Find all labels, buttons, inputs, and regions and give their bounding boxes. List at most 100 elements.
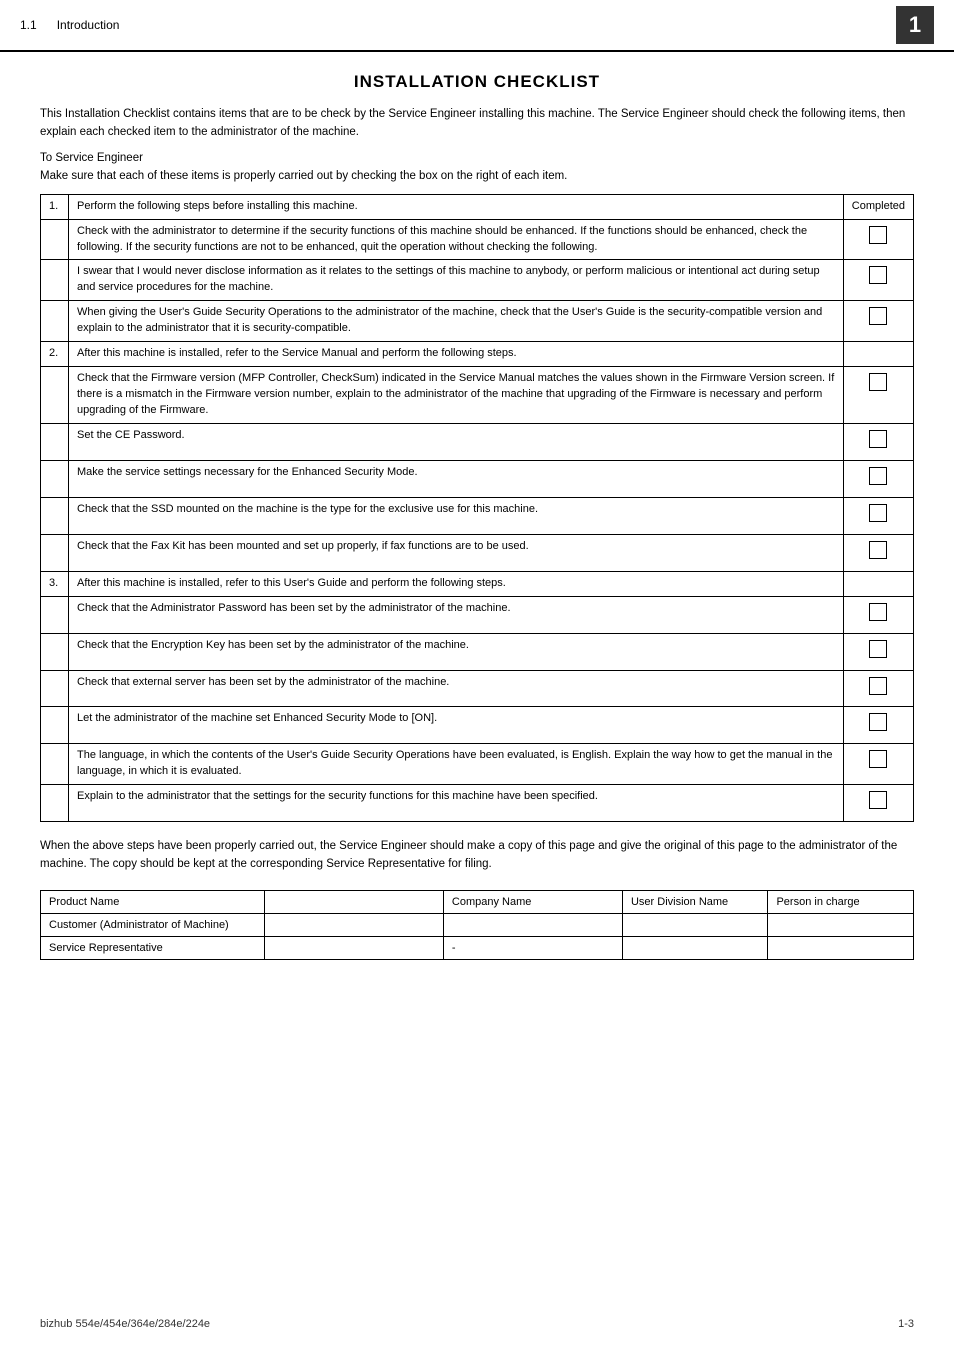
to-engineer: To Service Engineer	[40, 152, 914, 164]
check-cell	[843, 534, 913, 571]
col2-header: Company Name	[443, 890, 622, 913]
step-desc: When giving the User's Guide Security Op…	[69, 301, 844, 342]
checkbox	[869, 467, 887, 485]
table-row: Check that the SSD mounted on the machin…	[41, 497, 914, 534]
step-empty	[41, 260, 69, 301]
check-cell	[843, 596, 913, 633]
col1-header: Product Name	[41, 890, 265, 913]
step-desc: Check with the administrator to determin…	[69, 219, 844, 260]
checkbox	[869, 373, 887, 391]
table-row: Explain to the administrator that the se…	[41, 785, 914, 822]
col1-value	[264, 890, 443, 913]
step-desc: I swear that I would never disclose info…	[69, 260, 844, 301]
table-row: Check that the Administrator Password ha…	[41, 596, 914, 633]
step-empty	[41, 596, 69, 633]
check-cell	[843, 497, 913, 534]
step-desc: After this machine is installed, refer t…	[69, 571, 844, 596]
checkbox	[869, 504, 887, 522]
completed-header: Completed	[843, 194, 913, 219]
row2-col3-value	[622, 936, 768, 959]
table-row: Check that external server has been set …	[41, 670, 914, 707]
step-empty	[41, 670, 69, 707]
step-desc: Check that the Administrator Password ha…	[69, 596, 844, 633]
checklist-table: 1. Perform the following steps before in…	[40, 194, 914, 823]
row1-label: Customer (Administrator of Machine)	[41, 913, 265, 936]
checkbox	[869, 307, 887, 325]
step-empty	[41, 219, 69, 260]
checkbox	[869, 640, 887, 658]
step-desc: Check that the Firmware version (MFP Con…	[69, 367, 844, 424]
row2-col2-value: -	[443, 936, 622, 959]
step-num: 1.	[41, 194, 69, 219]
make-sure: Make sure that each of these items is pr…	[40, 170, 914, 182]
check-cell	[843, 219, 913, 260]
page-footer: bizhub 554e/454e/364e/284e/224e 1-3	[40, 1318, 914, 1330]
step-empty	[41, 785, 69, 822]
check-cell	[843, 260, 913, 301]
step-empty	[41, 744, 69, 785]
info-table-row: Service Representative -	[41, 936, 914, 959]
section-title: Introduction	[57, 18, 120, 32]
table-row: 1. Perform the following steps before in…	[41, 194, 914, 219]
row2-label: Service Representative	[41, 936, 265, 959]
table-row: Check that the Fax Kit has been mounted …	[41, 534, 914, 571]
step-desc: Check that the Encryption Key has been s…	[69, 633, 844, 670]
check-cell	[843, 785, 913, 822]
check-cell	[843, 744, 913, 785]
step-empty	[41, 497, 69, 534]
col4-header: Person in charge	[768, 890, 914, 913]
table-row: Check that the Firmware version (MFP Con…	[41, 367, 914, 424]
step-empty	[41, 534, 69, 571]
info-table-row: Customer (Administrator of Machine)	[41, 913, 914, 936]
row1-col4-value	[768, 913, 914, 936]
step-desc: Set the CE Password.	[69, 423, 844, 460]
table-row: When giving the User's Guide Security Op…	[41, 301, 914, 342]
step-empty	[41, 301, 69, 342]
step-empty	[41, 423, 69, 460]
row1-col2-value	[443, 913, 622, 936]
check-cell	[843, 670, 913, 707]
step-desc: Make the service settings necessary for …	[69, 460, 844, 497]
table-row: Check with the administrator to determin…	[41, 219, 914, 260]
checkbox	[869, 430, 887, 448]
step-desc: Let the administrator of the machine set…	[69, 707, 844, 744]
check-cell	[843, 571, 913, 596]
footer-page-num: 1-3	[898, 1318, 914, 1330]
checkbox	[869, 603, 887, 621]
check-cell	[843, 301, 913, 342]
row2-col4-value	[768, 936, 914, 959]
check-cell	[843, 633, 913, 670]
step-num: 2.	[41, 342, 69, 367]
footer-text: When the above steps have been properly …	[40, 838, 914, 874]
step-num: 3.	[41, 571, 69, 596]
header-section: 1.1 Introduction	[20, 18, 119, 32]
row2-col1-value	[264, 936, 443, 959]
check-cell	[843, 707, 913, 744]
table-row: The language, in which the contents of t…	[41, 744, 914, 785]
page-header: 1.1 Introduction 1	[0, 0, 954, 52]
step-empty	[41, 633, 69, 670]
footer-model: bizhub 554e/454e/364e/284e/224e	[40, 1318, 210, 1330]
main-title: INSTALLATION CHECKLIST	[40, 72, 914, 92]
step-empty	[41, 367, 69, 424]
checkbox	[869, 541, 887, 559]
col3-header: User Division Name	[622, 890, 768, 913]
info-table-header-row: Product Name Company Name User Division …	[41, 890, 914, 913]
table-row: Set the CE Password.	[41, 423, 914, 460]
intro-p1: This Installation Checklist contains ite…	[40, 106, 914, 142]
table-row: Let the administrator of the machine set…	[41, 707, 914, 744]
checkbox	[869, 226, 887, 244]
table-row: 2. After this machine is installed, refe…	[41, 342, 914, 367]
table-row: I swear that I would never disclose info…	[41, 260, 914, 301]
checkbox	[869, 677, 887, 695]
step-desc: Check that external server has been set …	[69, 670, 844, 707]
step-desc: Perform the following steps before insta…	[69, 194, 844, 219]
step-desc: Check that the Fax Kit has been mounted …	[69, 534, 844, 571]
step-desc: Explain to the administrator that the se…	[69, 785, 844, 822]
check-cell	[843, 460, 913, 497]
row1-col3-value	[622, 913, 768, 936]
check-cell	[843, 367, 913, 424]
checkbox	[869, 791, 887, 809]
table-row: 3. After this machine is installed, refe…	[41, 571, 914, 596]
row1-col1-value	[264, 913, 443, 936]
